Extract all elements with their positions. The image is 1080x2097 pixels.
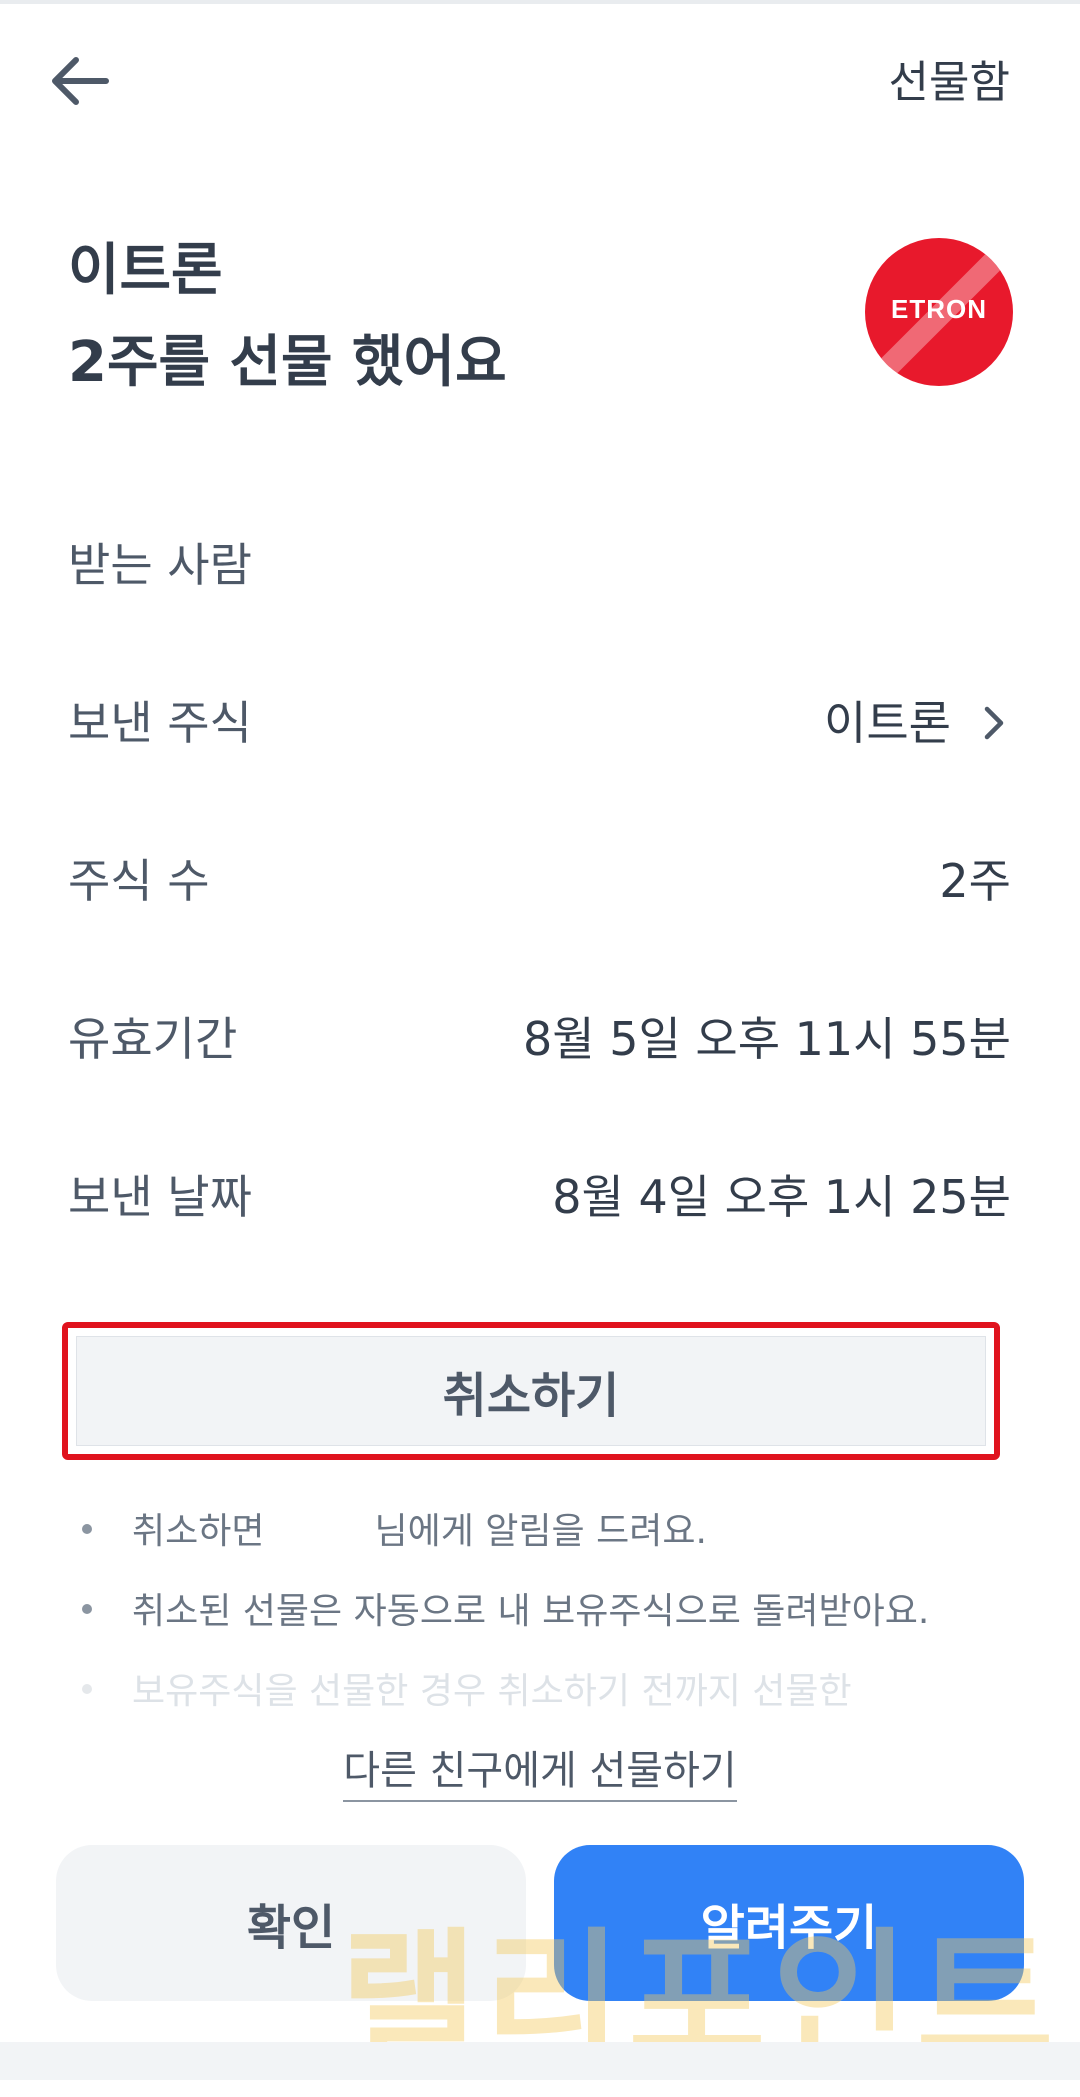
- stock-row[interactable]: 보낸 주식 이트론: [68, 683, 1011, 763]
- gift-box-link[interactable]: 선물함: [889, 46, 1010, 110]
- cancel-highlight-box: 취소하기: [62, 1322, 1000, 1460]
- bullet-icon: [82, 1684, 92, 1694]
- recipient-label: 받는 사람: [68, 538, 252, 592]
- shares-row: 주식 수 2주: [68, 841, 1011, 921]
- cancel-button[interactable]: 취소하기: [76, 1336, 986, 1446]
- arrow-left-icon[interactable]: [46, 50, 114, 112]
- stock-label: 보낸 주식: [68, 696, 252, 750]
- logo-text: ETRON: [891, 294, 987, 324]
- expiry-value: 8월 5일 오후 11시 55분: [522, 1012, 1011, 1066]
- top-divider: [0, 0, 1080, 4]
- stock-name-heading: 이트론: [68, 238, 223, 303]
- note-notify-prefix: 취소하면: [132, 1511, 265, 1552]
- note-return-text: 취소된 선물은 자동으로 내 보유주식으로 돌려받아요.: [132, 1591, 930, 1632]
- stock-value[interactable]: 이트론: [824, 683, 951, 763]
- sent-date-row: 보낸 날짜 8월 4일 오후 1시 25분: [68, 1157, 1011, 1237]
- sent-date-value: 8월 4일 오후 1시 25분: [552, 1170, 1011, 1224]
- note-holding: 보유주식을 선물한 경우 취소하기 전까지 선물한: [82, 1662, 1002, 1722]
- bottom-strip: [0, 2042, 1080, 2080]
- gift-other-friend-link[interactable]: 다른 친구에게 선물하기: [343, 1748, 737, 1802]
- shares-value: 2주: [939, 854, 1011, 908]
- stock-logo: ETRON: [865, 238, 1013, 386]
- chevron-right-icon[interactable]: [977, 705, 1011, 741]
- gift-message-heading: 2주를 선물 했어요: [68, 330, 507, 395]
- other-friend-row: 다른 친구에게 선물하기: [0, 1738, 1080, 1802]
- bullet-icon: [82, 1604, 92, 1614]
- note-holding-text: 보유주식을 선물한 경우 취소하기 전까지 선물한: [132, 1671, 852, 1712]
- expiry-row: 유효기간 8월 5일 오후 11시 55분: [68, 999, 1011, 1079]
- sent-date-label: 보낸 날짜: [68, 1170, 252, 1224]
- page-title: 이트론 2주를 선물 했어요: [68, 225, 507, 409]
- bullet-icon: [82, 1524, 92, 1534]
- shares-label: 주식 수: [68, 854, 210, 908]
- note-notify-suffix: 님에게 알림을 드려요.: [374, 1511, 707, 1552]
- note-return: 취소된 선물은 자동으로 내 보유주식으로 돌려받아요.: [82, 1582, 1002, 1642]
- recipient-row: 받는 사람: [68, 525, 1011, 605]
- expiry-label: 유효기간: [68, 1012, 238, 1066]
- note-notify: 취소하면 님에게 알림을 드려요.: [82, 1502, 1002, 1562]
